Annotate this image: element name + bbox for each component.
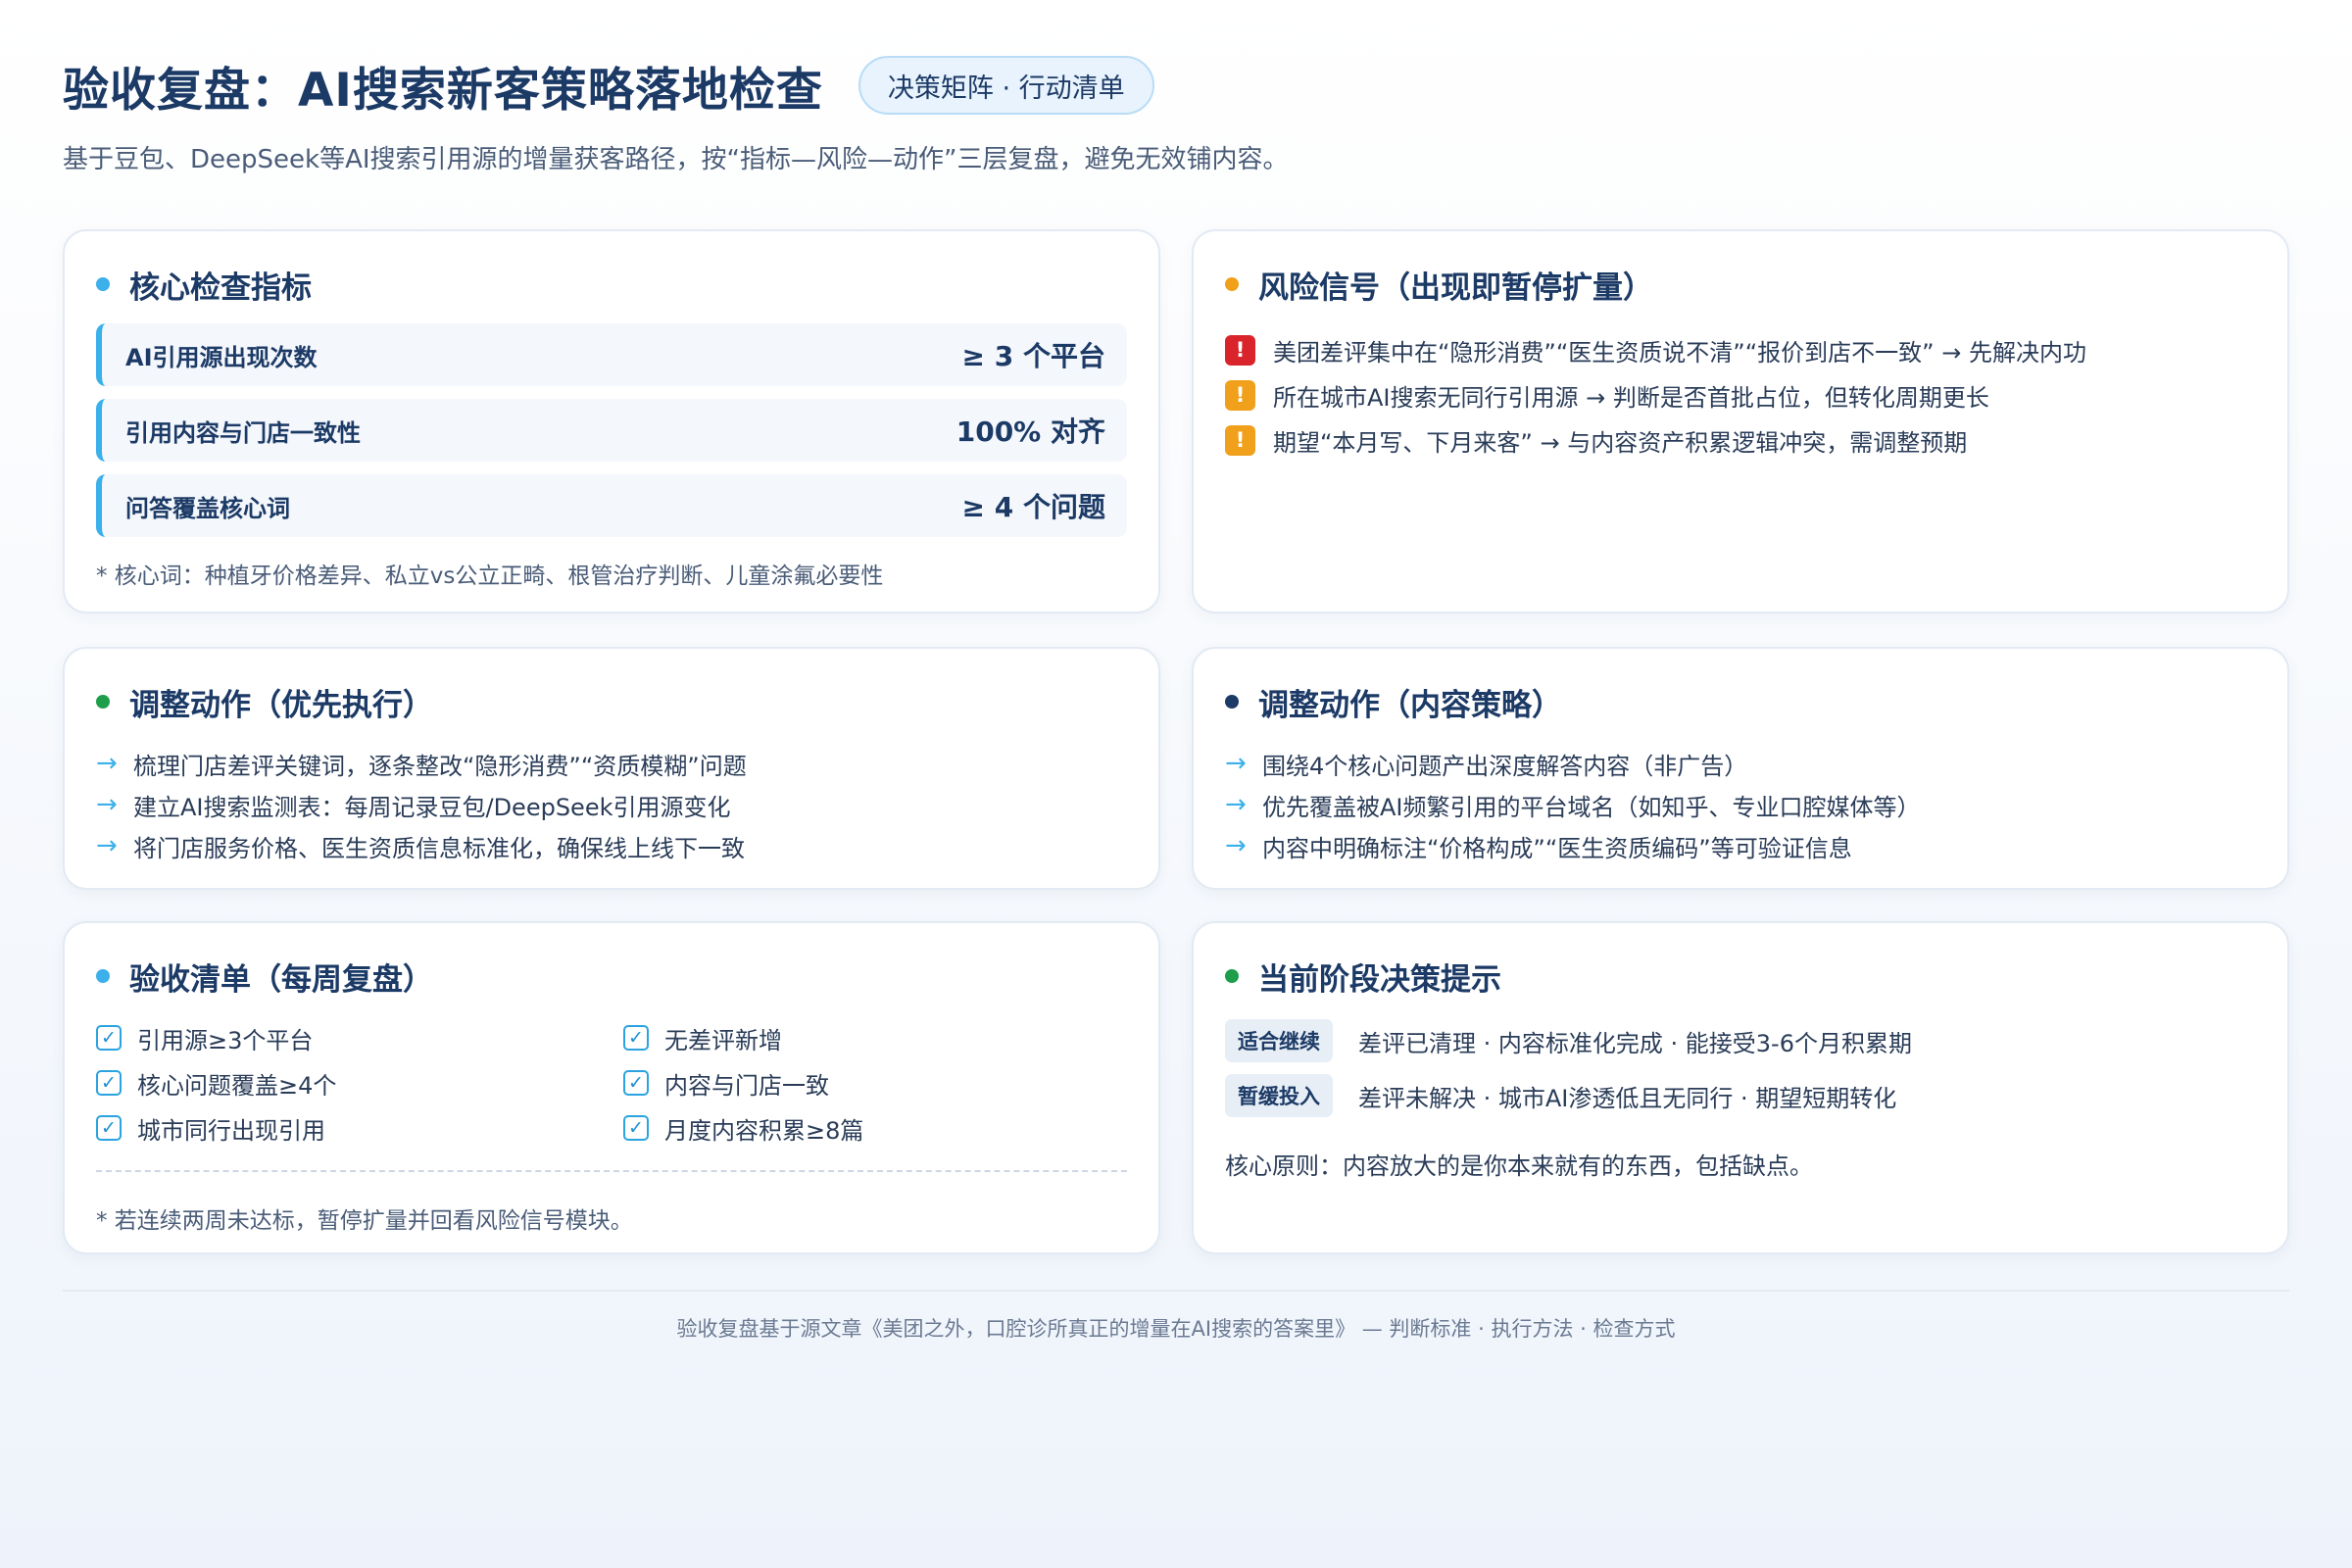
checklist-card: 验收清单（每周复盘） ✓ 引用源≥3个平台 ✓ 无差评新增 ✓ 核心问题覆盖≥4… (63, 921, 1160, 1254)
decision-row: 适合继续 差评已清理 · 内容标准化完成 · 能接受3-6个月积累期 (1225, 1013, 2256, 1068)
checkbox-checked-icon[interactable]: ✓ (623, 1025, 649, 1051)
decision-text: 差评已清理 · 内容标准化完成 · 能接受3-6个月积累期 (1358, 1029, 1912, 1057)
navy-dot-icon (1225, 695, 1239, 709)
action-text: 建立AI搜索监测表：每周记录豆包/DeepSeek引用源变化 (133, 793, 731, 821)
metric-row: AI引用源出现次数 ≥ 3 个平台 (96, 323, 1127, 386)
green-dot-icon (1225, 969, 1239, 983)
action-text: 将门店服务价格、医生资质信息标准化，确保线上线下一致 (133, 834, 745, 862)
blue-dot-icon (96, 969, 110, 983)
decision-tag: 适合继续 (1225, 1019, 1333, 1062)
checkbox-checked-icon[interactable]: ✓ (96, 1025, 122, 1051)
metric-value: ≥ 3 个平台 (961, 340, 1105, 372)
content-action-list: → 围绕4个核心问题产出深度解答内容（非广告） → 优先覆盖被AI频繁引用的平台… (1225, 743, 2256, 866)
content-card-title: 调整动作（内容策略） (1258, 687, 1562, 723)
action-item: → 建立AI搜索监测表：每周记录豆包/DeepSeek引用源变化 (96, 784, 1127, 825)
risk-item: ! 美团差评集中在“隐形消费”“医生资质说不清”“报价到店不一致” → 先解决内… (1225, 327, 2256, 372)
action-text: 围绕4个核心问题产出深度解答内容（非广告） (1262, 752, 1748, 780)
checklist-item[interactable]: ✓ 月度内容积累≥8篇 (623, 1105, 1127, 1151)
checklist-card-title: 验收清单（每周复盘） (129, 961, 433, 998)
alert-icon: ! (1225, 334, 1255, 366)
risk-card-title: 风险信号（出现即暂停扩量） (1258, 270, 1653, 306)
decision-tag: 暂缓投入 (1225, 1074, 1333, 1117)
checklist-card-header: 验收清单（每周复盘） (96, 955, 1127, 998)
risk-text: 美团差评集中在“隐形消费”“医生资质说不清”“报价到店不一致” → 先解决内功 (1273, 338, 2086, 367)
arrow-right-icon: → (1225, 749, 1247, 778)
checkbox-checked-icon[interactable]: ✓ (96, 1070, 122, 1096)
green-dot-icon (96, 695, 110, 709)
action-text: 优先覆盖被AI频繁引用的平台域名（如知乎、专业口腔媒体等） (1262, 793, 1921, 821)
checkbox-checked-icon[interactable]: ✓ (96, 1115, 122, 1141)
risk-list: ! 美团差评集中在“隐形消费”“医生资质说不清”“报价到店不一致” → 先解决内… (1225, 327, 2256, 463)
arrow-right-icon: → (96, 831, 118, 860)
header: 验收复盘：AI搜索新客策略落地检查 决策矩阵 · 行动清单 基于豆包、DeepS… (63, 53, 2289, 175)
decision-text: 差评未解决 · 城市AI渗透低且无同行 · 期望短期转化 (1358, 1084, 1897, 1112)
checkbox-checked-icon[interactable]: ✓ (623, 1070, 649, 1096)
content-strategy-card: 调整动作（内容策略） → 围绕4个核心问题产出深度解答内容（非广告） → 优先覆… (1192, 647, 2289, 890)
action-item: → 内容中明确标注“价格构成”“医生资质编码”等可验证信息 (1225, 825, 2256, 866)
risk-item: ! 期望“本月写、下月来客” → 与内容资产积累逻辑冲突，需调整预期 (1225, 417, 2256, 463)
arrow-right-icon: → (1225, 790, 1247, 819)
metric-name: 引用内容与门店一致性 (125, 418, 361, 447)
decision-card-header: 当前阶段决策提示 (1225, 955, 2256, 998)
arrow-right-icon: → (96, 790, 118, 819)
core-principle: 核心原则：内容放大的是你本来就有的东西，包括缺点。 (1225, 1152, 1813, 1180)
risk-item: ! 所在城市AI搜索无同行引用源 → 判断是否首批占位，但转化周期更长 (1225, 372, 2256, 417)
page-title: 验收复盘：AI搜索新客策略落地检查 (63, 63, 823, 118)
arrow-right-icon: → (96, 749, 118, 778)
checkbox-checked-icon[interactable]: ✓ (623, 1115, 649, 1141)
priority-card-title: 调整动作（优先执行） (129, 687, 433, 723)
decision-card: 当前阶段决策提示 适合继续 差评已清理 · 内容标准化完成 · 能接受3-6个月… (1192, 921, 2289, 1254)
action-text: 内容中明确标注“价格构成”“医生资质编码”等可验证信息 (1262, 834, 1852, 862)
warning-icon: ! (1225, 424, 1255, 456)
checklist-item[interactable]: ✓ 引用源≥3个平台 (96, 1015, 623, 1060)
priority-actions-card: 调整动作（优先执行） → 梳理门店差评关键词，逐条整改“隐形消费”“资质模糊”问… (63, 647, 1160, 890)
action-text: 梳理门店差评关键词，逐条整改“隐形消费”“资质模糊”问题 (133, 752, 747, 780)
metric-name: AI引用源出现次数 (125, 343, 318, 371)
footer-source: 验收复盘基于源文章《美团之外，口腔诊所真正的增量在AI搜索的答案里》 — 判断标… (676, 1317, 1676, 1341)
checklist-item[interactable]: ✓ 内容与门店一致 (623, 1060, 1127, 1105)
blue-dot-icon (96, 277, 110, 291)
action-item: → 优先覆盖被AI频繁引用的平台域名（如知乎、专业口腔媒体等） (1225, 784, 2256, 825)
warning-icon: ! (1225, 379, 1255, 411)
decision-card-title: 当前阶段决策提示 (1258, 961, 1501, 998)
checklist-item[interactable]: ✓ 无差评新增 (623, 1015, 1127, 1060)
checklist-label: 引用源≥3个平台 (137, 1026, 314, 1054)
metrics-footnote: * 核心词：种植牙价格差异、私立vs公立正畸、根管治疗判断、儿童涂氟必要性 (96, 564, 884, 589)
checklist-grid: ✓ 引用源≥3个平台 ✓ 无差评新增 ✓ 核心问题覆盖≥4个 ✓ 内容与门店一致… (96, 1015, 1127, 1151)
title-row: 验收复盘：AI搜索新客策略落地检查 决策矩阵 · 行动清单 (63, 53, 2289, 118)
decision-row: 暂缓投入 差评未解决 · 城市AI渗透低且无同行 · 期望短期转化 (1225, 1068, 2256, 1123)
action-item: → 将门店服务价格、医生资质信息标准化，确保线上线下一致 (96, 825, 1127, 866)
page-subtitle: 基于豆包、DeepSeek等AI搜索引用源的增量获客路径，按“指标—风险—动作”… (63, 145, 1289, 174)
checklist-item[interactable]: ✓ 城市同行出现引用 (96, 1105, 623, 1151)
checklist-label: 内容与门店一致 (664, 1071, 829, 1100)
checklist-note: * 若连续两周未达标，暂停扩量并回看风险信号模块。 (96, 1208, 633, 1234)
metric-value: ≥ 4 个问题 (961, 491, 1105, 523)
action-item: → 梳理门店差评关键词，逐条整改“隐形消费”“资质模糊”问题 (96, 743, 1127, 784)
risk-card-header: 风险信号（出现即暂停扩量） (1225, 263, 2256, 306)
risk-card: 风险信号（出现即暂停扩量） ! 美团差评集中在“隐形消费”“医生资质说不清”“报… (1192, 229, 2289, 613)
orange-dot-icon (1225, 277, 1239, 291)
metric-row: 引用内容与门店一致性 100% 对齐 (96, 399, 1127, 462)
checklist-label: 核心问题覆盖≥4个 (137, 1071, 337, 1100)
metrics-card-header: 核心检查指标 (96, 263, 1127, 306)
checklist-label: 城市同行出现引用 (137, 1116, 325, 1145)
metric-name: 问答覆盖核心词 (125, 494, 290, 522)
checklist-label: 无差评新增 (664, 1026, 782, 1054)
metrics-card-title: 核心检查指标 (129, 270, 312, 306)
metrics-card: 核心检查指标 AI引用源出现次数 ≥ 3 个平台 引用内容与门店一致性 100%… (63, 229, 1160, 613)
arrow-right-icon: → (1225, 831, 1247, 860)
content-card-header: 调整动作（内容策略） (1225, 680, 2256, 723)
priority-card-header: 调整动作（优先执行） (96, 680, 1127, 723)
checklist-label: 月度内容积累≥8篇 (664, 1116, 864, 1145)
checklist-item[interactable]: ✓ 核心问题覆盖≥4个 (96, 1060, 623, 1105)
action-item: → 围绕4个核心问题产出深度解答内容（非广告） (1225, 743, 2256, 784)
title-chip: 决策矩阵 · 行动清单 (858, 56, 1154, 115)
risk-text: 期望“本月写、下月来客” → 与内容资产积累逻辑冲突，需调整预期 (1273, 428, 1968, 457)
metric-value: 100% 对齐 (956, 416, 1105, 448)
footer-divider (63, 1290, 2289, 1292)
dashed-divider (96, 1170, 1127, 1172)
risk-text: 所在城市AI搜索无同行引用源 → 判断是否首批占位，但转化周期更长 (1273, 383, 1989, 412)
metric-row: 问答覆盖核心词 ≥ 4 个问题 (96, 474, 1127, 537)
priority-action-list: → 梳理门店差评关键词，逐条整改“隐形消费”“资质模糊”问题 → 建立AI搜索监… (96, 743, 1127, 866)
